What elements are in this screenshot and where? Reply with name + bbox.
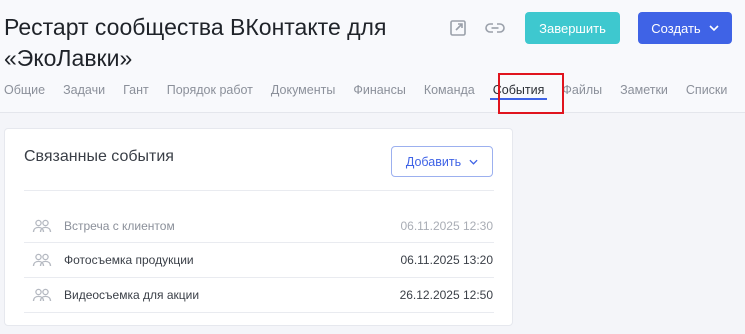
tab-7[interactable]: События xyxy=(484,80,554,110)
project-header: Рестарт сообщества ВКонтакте для «ЭкоЛав… xyxy=(0,0,745,113)
tab-bar: Общие Задачи Гант Порядок работ Документы Фин… xyxy=(4,80,736,112)
chevron-down-icon xyxy=(709,25,719,31)
event-name[interactable]: Встреча с клиентом xyxy=(64,219,400,233)
event-name[interactable]: Видеосъемка для акции xyxy=(64,288,400,302)
tab-5[interactable]: Финансы xyxy=(344,80,414,110)
tab-6[interactable]: Команда xyxy=(415,80,484,110)
event-datetime: 06.11.2025 13:20 xyxy=(400,253,493,267)
events-list: Встреча с клиентом 06.11.2025 12:30 Фотосъ… xyxy=(24,209,494,313)
create-button[interactable]: Создать xyxy=(638,12,732,44)
event-name[interactable]: Фотосъемка продукции xyxy=(64,253,400,267)
chevron-down-icon xyxy=(469,159,478,165)
finish-button[interactable]: Завершить xyxy=(525,12,620,44)
tab-2[interactable]: Гант xyxy=(114,80,158,110)
tab-1[interactable]: Задачи xyxy=(54,80,114,110)
event-datetime: 26.12.2025 12:50 xyxy=(399,288,493,302)
add-button-label: Добавить xyxy=(405,154,462,169)
create-button-label: Создать xyxy=(651,20,701,36)
card-divider xyxy=(24,190,494,191)
related-events-card: Связанные события Добавить Встреча с кли… xyxy=(4,128,513,326)
event-row[interactable]: Встреча с клиентом 06.11.2025 12:30 xyxy=(24,209,494,243)
page-title: Рестарт сообщества ВКонтакте для «ЭкоЛав… xyxy=(4,14,387,71)
tab-0[interactable]: Общие xyxy=(4,80,54,110)
event-row[interactable]: Видеосъемка для акции 26.12.2025 12:50 xyxy=(24,278,494,313)
people-icon xyxy=(32,216,62,236)
tab-9[interactable]: Заметки xyxy=(611,80,677,110)
event-row[interactable]: Фотосъемка продукции 06.11.2025 13:20 xyxy=(24,243,494,278)
tab-8[interactable]: Файлы xyxy=(553,80,611,110)
event-datetime: 06.11.2025 12:30 xyxy=(400,218,493,233)
people-icon xyxy=(32,285,62,305)
tab-10[interactable]: Списки xyxy=(677,80,736,110)
card-title: Связанные события xyxy=(24,148,174,165)
tab-3[interactable]: Порядок работ xyxy=(158,80,262,110)
add-button[interactable]: Добавить xyxy=(391,146,493,177)
people-icon xyxy=(32,250,62,270)
link-icon[interactable] xyxy=(483,16,507,40)
open-external-icon[interactable] xyxy=(446,16,470,40)
tab-4[interactable]: Документы xyxy=(262,80,344,110)
